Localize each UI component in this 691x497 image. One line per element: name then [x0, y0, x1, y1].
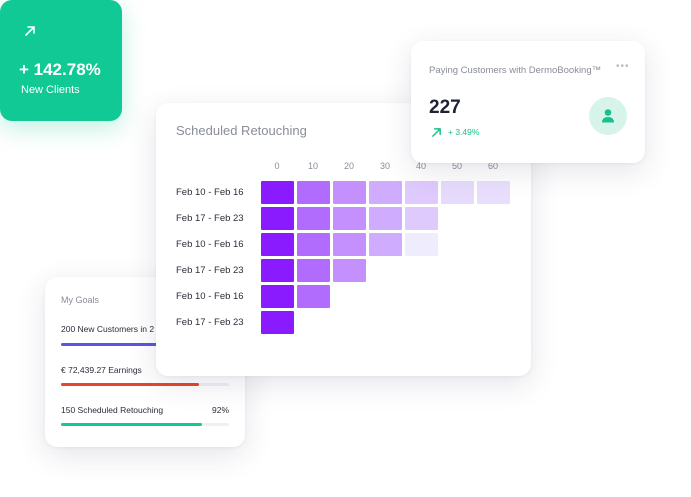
heatmap-cell[interactable]: [297, 285, 330, 308]
heatmap-cell[interactable]: [297, 233, 330, 256]
new-clients-percent: + 142.78%: [19, 60, 101, 79]
card-title: Scheduled Retouching: [176, 123, 307, 138]
goal-label: 150 Scheduled Retouching: [61, 405, 164, 415]
heatmap-cell[interactable]: [261, 207, 294, 230]
arrow-up-right-icon: [432, 128, 441, 137]
row-label: Feb 10 - Feb 16: [176, 239, 244, 250]
x-tick-label: 20: [343, 161, 354, 171]
row-label: Feb 10 - Feb 16: [176, 291, 244, 302]
goal-percent: 92%: [211, 405, 229, 415]
heatmap-cell[interactable]: [405, 181, 438, 204]
change-percent: + 3.49%: [448, 127, 480, 137]
heatmap-cell[interactable]: [261, 259, 294, 282]
goal-label: € 72,439.27 Earnings: [61, 365, 142, 375]
goals-title: My Goals: [61, 295, 100, 305]
row-label: Feb 17 - Feb 23: [176, 213, 244, 224]
goal-progress-track: [61, 383, 229, 386]
avatar: [589, 97, 627, 135]
customer-count: 227: [429, 97, 461, 118]
heatmap-cell[interactable]: [477, 181, 510, 204]
heatmap-cell[interactable]: [333, 181, 366, 204]
heatmap-cell[interactable]: [333, 207, 366, 230]
heatmap-cell[interactable]: [261, 181, 294, 204]
new-clients-label: New Clients: [21, 84, 80, 96]
heatmap-cell[interactable]: [261, 285, 294, 308]
heatmap-cell[interactable]: [405, 233, 438, 256]
more-options-icon[interactable]: •••: [616, 61, 630, 72]
heatmap-cell[interactable]: [369, 207, 402, 230]
heatmap-cell[interactable]: [261, 311, 294, 334]
row-label: Feb 10 - Feb 16: [176, 187, 244, 198]
goal-progress-fill: [61, 383, 199, 386]
heatmap-cell[interactable]: [369, 181, 402, 204]
row-label: Feb 17 - Feb 23: [176, 265, 244, 276]
heatmap-cell[interactable]: [297, 181, 330, 204]
goal-progress-track: [61, 423, 229, 426]
heatmap-cell[interactable]: [405, 207, 438, 230]
goal-progress-fill: [61, 423, 203, 426]
x-tick-label: 0: [274, 161, 280, 171]
goal-label: 200 New Customers in 2: [61, 324, 155, 334]
x-tick-label: 30: [379, 161, 390, 171]
new-clients-card: + 142.78% New Clients: [0, 0, 122, 121]
paying-customers-card: Paying Customers with DermoBooking™ ••• …: [411, 41, 645, 163]
heatmap-cell[interactable]: [333, 259, 366, 282]
heatmap-cell[interactable]: [441, 181, 474, 204]
user-icon: [602, 109, 614, 123]
heatmap-cell[interactable]: [333, 233, 366, 256]
row-label: Feb 17 - Feb 23: [176, 317, 244, 328]
arrow-up-right-icon: [25, 26, 35, 36]
heatmap-cell[interactable]: [297, 259, 330, 282]
heatmap-cell[interactable]: [261, 233, 294, 256]
x-tick-label: 10: [307, 161, 318, 171]
heatmap-cell[interactable]: [297, 207, 330, 230]
card-title: Paying Customers with DermoBooking™: [429, 65, 602, 76]
heatmap-cell[interactable]: [369, 233, 402, 256]
